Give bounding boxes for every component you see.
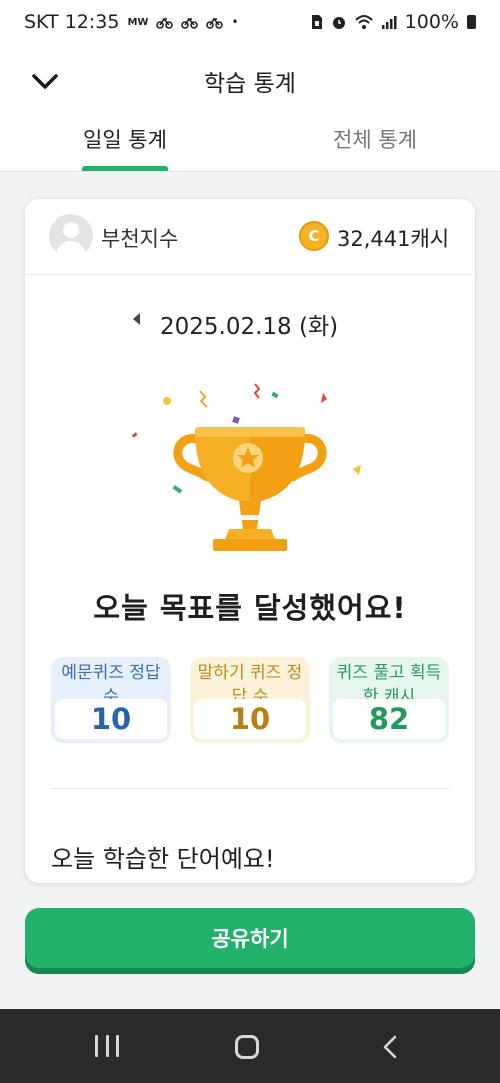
status-bar: SKT 12:35 MW • 100% bbox=[0, 0, 500, 44]
date-selector: 2025.02.18 (화) bbox=[25, 307, 475, 340]
wifi-icon bbox=[354, 15, 373, 29]
nmw-icon: MW bbox=[127, 16, 149, 28]
stat-quiz-cash: 퀴즈 풀고 획득한 캐시 82 bbox=[329, 657, 449, 743]
stat-sentence-quiz: 예문퀴즈 정답 수 10 bbox=[51, 657, 171, 743]
sim-icon bbox=[311, 15, 322, 29]
coin-icon: C bbox=[299, 221, 329, 251]
status-left: SKT 12:35 MW • bbox=[24, 11, 239, 33]
daily-stats-card: 부천지수 C 32,441캐시 2025.02.18 (화) 오늘 목표를 달성… bbox=[25, 199, 475, 883]
home-icon[interactable] bbox=[235, 1035, 259, 1059]
battery-icon bbox=[467, 15, 476, 29]
stat-label: 예문퀴즈 정답 수 bbox=[61, 663, 161, 701]
words-section-title: 오늘 학습한 단어예요! bbox=[51, 845, 275, 873]
header: 학습 통계 일일 통계 전체 통계 bbox=[0, 44, 500, 172]
tab-total-stats[interactable]: 전체 통계 bbox=[250, 122, 500, 172]
signal-icon bbox=[381, 16, 397, 29]
caret-left-icon[interactable] bbox=[133, 313, 140, 325]
battery-percent: 100% bbox=[404, 11, 459, 33]
cash-amount: 32,441캐시 bbox=[337, 227, 450, 251]
bike-icon bbox=[206, 17, 224, 29]
header-divider bbox=[0, 171, 500, 172]
avatar bbox=[49, 214, 93, 258]
system-nav-bar bbox=[0, 1009, 500, 1083]
profile-row: 부천지수 C 32,441캐시 bbox=[25, 199, 475, 275]
stat-label: 퀴즈 풀고 획득한 캐시 bbox=[336, 663, 442, 701]
stat-value: 10 bbox=[55, 699, 167, 739]
tab-daily-stats[interactable]: 일일 통계 bbox=[0, 122, 250, 172]
stat-label: 말하기 퀴즈 정답 수 bbox=[197, 663, 303, 701]
bike-icon bbox=[156, 17, 174, 29]
share-button[interactable]: 공유하기 bbox=[25, 908, 475, 974]
recent-apps-icon[interactable] bbox=[95, 1035, 119, 1057]
back-icon[interactable] bbox=[380, 1035, 400, 1059]
trophy-icon bbox=[131, 383, 361, 551]
achievement-message: 오늘 목표를 달성했어요! bbox=[93, 591, 407, 625]
tab-bar: 일일 통계 전체 통계 bbox=[0, 122, 500, 172]
content-divider bbox=[51, 788, 449, 789]
page-title: 학습 통계 bbox=[204, 71, 296, 97]
stat-value: 82 bbox=[333, 699, 445, 739]
stat-value: 10 bbox=[194, 699, 306, 739]
date-label: 2025.02.18 (화) bbox=[160, 314, 339, 340]
notification-dot: • bbox=[231, 15, 239, 29]
stat-speaking-quiz: 말하기 퀴즈 정답 수 10 bbox=[190, 657, 310, 743]
alarm-icon bbox=[332, 17, 345, 29]
carrier-time: SKT 12:35 bbox=[24, 11, 120, 33]
username: 부천지수 bbox=[101, 227, 179, 251]
bike-icon bbox=[181, 17, 199, 29]
status-right: 100% bbox=[311, 11, 476, 33]
